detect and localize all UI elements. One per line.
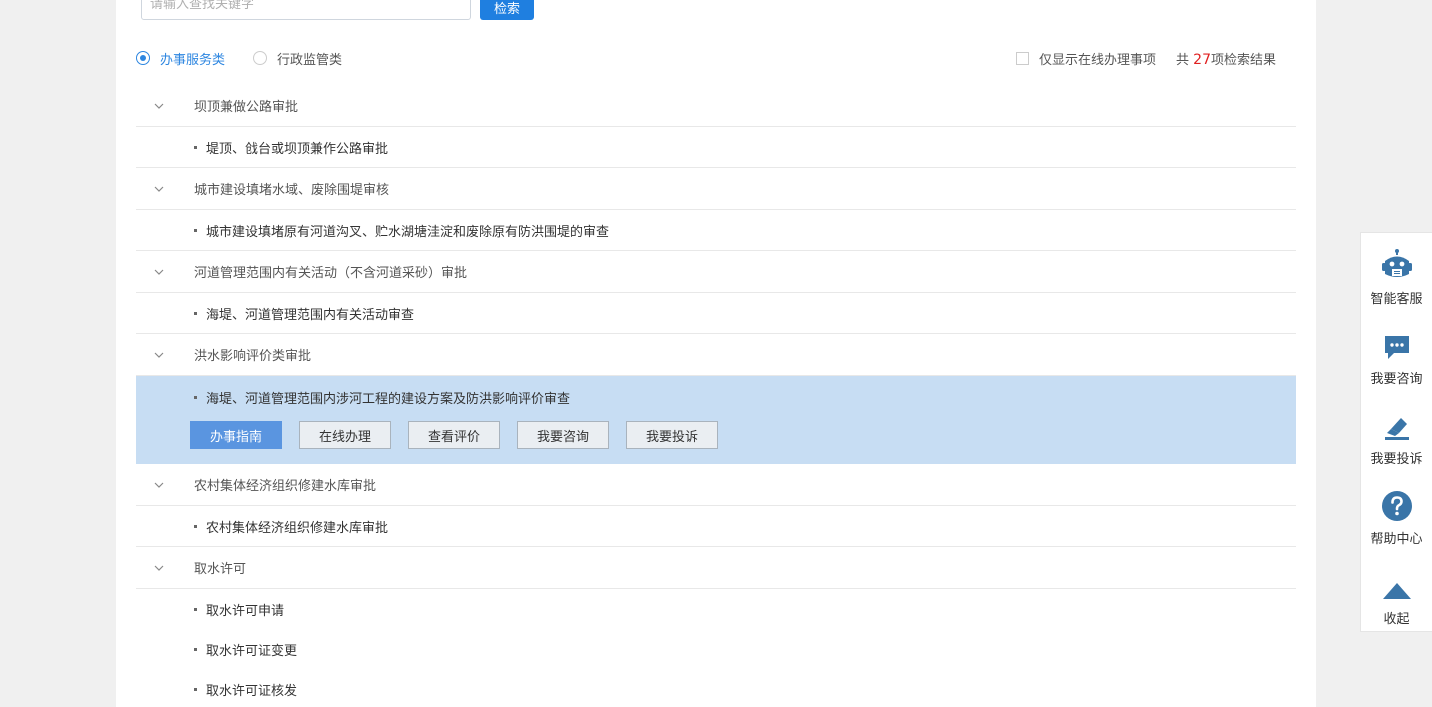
group-title: 河道管理范围内有关活动（不含河道采砂）审批	[194, 266, 468, 281]
list-item[interactable]: 堤顶、戗台或坝顶兼作公路审批	[136, 127, 1296, 168]
group-header[interactable]: 农村集体经济组织修建水库审批	[136, 464, 1296, 506]
guide-button[interactable]: 办事指南	[190, 421, 282, 449]
group-header[interactable]: 坝顶兼做公路审批	[136, 85, 1296, 127]
chevron-down-icon	[136, 482, 194, 488]
radio-supervision-label: 行政监管类	[277, 52, 343, 68]
online-only-checkbox[interactable]	[1016, 51, 1029, 65]
chevron-down-icon	[136, 565, 194, 571]
item-actions: 办事指南 在线办理 查看评价 我要咨询 我要投诉	[190, 421, 1296, 449]
item-title: 堤顶、戗台或坝顶兼作公路审批	[206, 141, 389, 157]
item-title: 海堤、河道管理范围内涉河工程的建设方案及防洪影响评价审查	[206, 392, 571, 407]
complain-side-button[interactable]: 我要投诉	[1361, 393, 1432, 473]
group-header[interactable]: 洪水影响评价类审批	[136, 334, 1296, 376]
robot-icon	[1381, 249, 1412, 277]
question-circle-icon	[1381, 491, 1412, 521]
radio-checked-icon	[136, 51, 150, 65]
search-button[interactable]: 检索	[480, 0, 534, 20]
group-header[interactable]: 取水许可	[136, 547, 1296, 589]
triangle-up-icon	[1382, 583, 1411, 599]
list-item-selected[interactable]: 海堤、河道管理范围内涉河工程的建设方案及防洪影响评价审查 办事指南 在线办理 查…	[136, 376, 1296, 464]
group-title: 城市建设填堵水域、废除围堤审核	[194, 183, 390, 198]
group-title: 洪水影响评价类审批	[194, 349, 312, 364]
fb-label: 我要投诉	[1370, 452, 1423, 467]
online-apply-button[interactable]: 在线办理	[299, 421, 391, 449]
search-input[interactable]	[141, 0, 471, 20]
group-title: 农村集体经济组织修建水库审批	[194, 479, 377, 494]
radio-unchecked-icon	[253, 51, 268, 65]
list-item[interactable]: 取水许可证核发	[136, 669, 1296, 707]
chevron-down-icon	[136, 269, 194, 275]
service-list: 坝顶兼做公路审批 堤顶、戗台或坝顶兼作公路审批 城市建设填堵水域、废除围堤审核 …	[136, 85, 1296, 707]
bullet-icon	[194, 607, 197, 611]
collapse-button[interactable]: 收起	[1361, 553, 1432, 633]
fb-label: 帮助中心	[1370, 532, 1423, 547]
list-item[interactable]: 取水许可申请	[136, 589, 1296, 629]
result-count: 共 27项检索结果	[1176, 49, 1276, 68]
item-title: 农村集体经济组织修建水库审批	[206, 520, 389, 536]
filter-row: 仅显示在线办理事项 共 27项检索结果	[1016, 48, 1276, 68]
consult-button[interactable]: 我要咨询	[517, 421, 609, 449]
bullet-icon	[194, 687, 197, 691]
list-item[interactable]: 海堤、河道管理范围内有关活动审查	[136, 293, 1296, 334]
bullet-icon	[194, 228, 197, 232]
selected-item-row: 海堤、河道管理范围内涉河工程的建设方案及防洪影响评价审查	[194, 388, 1296, 407]
list-item[interactable]: 农村集体经济组织修建水库审批	[136, 506, 1296, 547]
main-panel: 检索 办事服务类 行政监管类 仅显示在线办理事项 共 27项检索结果 坝顶兼做公…	[116, 0, 1316, 707]
bullet-icon	[194, 396, 197, 399]
help-center-button[interactable]: 帮助中心	[1361, 473, 1432, 553]
floating-service-bar: 智能客服 我要咨询 我要投诉 帮助中心 收起	[1360, 232, 1432, 632]
bullet-icon	[194, 311, 197, 315]
list-item[interactable]: 取水许可证变更	[136, 629, 1296, 669]
radio-service-label: 办事服务类	[160, 52, 226, 68]
chevron-down-icon	[136, 352, 194, 358]
group-title: 坝顶兼做公路审批	[194, 100, 299, 115]
result-count-number: 27	[1193, 51, 1211, 68]
group-header[interactable]: 河道管理范围内有关活动（不含河道采砂）审批	[136, 251, 1296, 293]
fb-label: 收起	[1383, 612, 1410, 627]
chevron-down-icon	[136, 103, 194, 109]
group-header[interactable]: 城市建设填堵水域、废除围堤审核	[136, 168, 1296, 210]
category-radio-group: 办事服务类 行政监管类	[136, 48, 370, 68]
complain-button[interactable]: 我要投诉	[626, 421, 718, 449]
item-title: 取水许可申请	[206, 603, 285, 619]
item-title: 城市建设填堵原有河道沟叉、贮水湖塘洼淀和废除原有防洪围堤的审查	[206, 224, 610, 240]
bullet-icon	[194, 145, 197, 149]
item-title: 取水许可证核发	[206, 683, 298, 699]
fb-label: 我要咨询	[1370, 372, 1423, 387]
consult-side-button[interactable]: 我要咨询	[1361, 313, 1432, 393]
radio-service[interactable]: 办事服务类	[136, 49, 225, 68]
fb-label: 智能客服	[1370, 292, 1423, 307]
list-item[interactable]: 城市建设填堵原有河道沟叉、贮水湖塘洼淀和废除原有防洪围堤的审查	[136, 210, 1296, 251]
bullet-icon	[194, 524, 197, 528]
item-title: 取水许可证变更	[206, 643, 298, 659]
view-review-button[interactable]: 查看评价	[408, 421, 500, 449]
result-count-suffix: 项检索结果	[1210, 52, 1276, 68]
bullet-icon	[194, 647, 197, 651]
item-title: 海堤、河道管理范围内有关活动审查	[206, 307, 415, 323]
chevron-down-icon	[136, 186, 194, 192]
radio-supervision[interactable]: 行政监管类	[253, 49, 342, 68]
online-only-label: 仅显示在线办理事项	[1039, 52, 1157, 68]
eraser-edit-icon	[1384, 418, 1409, 440]
chat-bubble-icon	[1384, 336, 1409, 359]
group-title: 取水许可	[194, 562, 247, 577]
smart-service-button[interactable]: 智能客服	[1361, 233, 1432, 313]
result-count-prefix: 共	[1176, 52, 1194, 68]
